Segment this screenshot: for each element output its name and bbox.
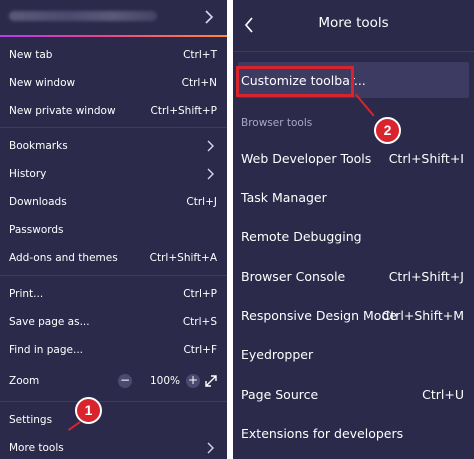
- menu-item-label: Page Source: [241, 387, 319, 402]
- menu-item-label: Find in page...: [9, 344, 83, 356]
- menu-item-shortcut: Ctrl+Shift+A: [149, 252, 217, 264]
- menu-item-shortcut: Ctrl+J: [186, 196, 217, 208]
- menu-item-browser-console[interactable]: Browser Console Ctrl+Shift+J: [233, 264, 474, 290]
- menu-item-label: Extensions for developers: [241, 426, 404, 441]
- menu-item-history[interactable]: History: [0, 163, 227, 185]
- zoom-level: 100%: [149, 375, 181, 387]
- menu-item-shortcut: Ctrl+P: [183, 288, 217, 300]
- chevron-right-icon: [207, 140, 214, 152]
- submenu-header: More tools: [233, 0, 474, 50]
- menu-item-shortcut: Ctrl+Shift+M: [381, 308, 464, 323]
- menu-item-shortcut: Ctrl+N: [181, 77, 217, 89]
- menu-item-shortcut: Ctrl+T: [183, 49, 217, 61]
- menu-divider: [233, 51, 474, 52]
- menu-item-zoom: Zoom − 100% +: [0, 370, 227, 392]
- menu-item-new-private-window[interactable]: New private window Ctrl+Shift+P: [0, 100, 227, 122]
- annotation-badge-step-2: 2: [374, 117, 401, 144]
- menu-item-bookmarks[interactable]: Bookmarks: [0, 135, 227, 157]
- menu-item-remote-debugging[interactable]: Remote Debugging: [233, 224, 474, 250]
- menu-item-shortcut: Ctrl+Shift+J: [388, 269, 464, 284]
- account-accent-line: [0, 35, 227, 37]
- menu-item-label: Save page as...: [9, 316, 90, 328]
- chevron-right-icon: [205, 10, 214, 24]
- menu-item-shortcut: Ctrl+Shift+I: [388, 151, 464, 166]
- menu-item-responsive-design-mode[interactable]: Responsive Design Mode Ctrl+Shift+M: [233, 303, 474, 329]
- zoom-out-button[interactable]: −: [118, 374, 132, 388]
- menu-item-extensions-for-developers[interactable]: Extensions for developers: [233, 421, 474, 447]
- menu-item-label: New tab: [9, 49, 53, 61]
- menu-item-label: New private window: [9, 105, 116, 117]
- menu-item-eyedropper[interactable]: Eyedropper: [233, 342, 474, 368]
- chevron-right-icon: [207, 442, 214, 454]
- menu-item-label: History: [9, 168, 47, 180]
- menu-item-add-ons-and-themes[interactable]: Add-ons and themes Ctrl+Shift+A: [0, 247, 227, 269]
- menu-item-shortcut: Ctrl+S: [182, 316, 217, 328]
- fullscreen-icon[interactable]: [204, 374, 218, 388]
- menu-item-page-source[interactable]: Page Source Ctrl+U: [233, 382, 474, 408]
- menu-item-label: New window: [9, 77, 76, 89]
- menu-item-label: Bookmarks: [9, 140, 68, 152]
- menu-item-task-manager[interactable]: Task Manager: [233, 185, 474, 211]
- annotation-highlight-box: [236, 66, 354, 97]
- menu-item-label: Downloads: [9, 196, 67, 208]
- menu-item-shortcut: Ctrl+U: [422, 387, 464, 402]
- section-label-browser-tools: Browser tools: [241, 117, 313, 129]
- menu-divider: [0, 401, 227, 402]
- menu-item-settings[interactable]: Settings: [0, 409, 227, 431]
- account-email-blurred: [9, 11, 157, 21]
- menu-item-label: More tools: [9, 442, 64, 454]
- app-menu-panel: New tab Ctrl+T New window Ctrl+N New pri…: [0, 0, 227, 459]
- menu-item-shortcut: Ctrl+F: [183, 344, 217, 356]
- menu-divider: [0, 275, 227, 276]
- menu-item-label: Settings: [9, 414, 53, 426]
- submenu-title: More tools: [318, 15, 389, 31]
- menu-item-label: Passwords: [9, 224, 64, 236]
- menu-item-find-in-page[interactable]: Find in page... Ctrl+F: [0, 339, 227, 361]
- menu-item-new-window[interactable]: New window Ctrl+N: [0, 72, 227, 94]
- menu-item-label: Web Developer Tools: [241, 151, 372, 166]
- menu-item-new-tab[interactable]: New tab Ctrl+T: [0, 44, 227, 66]
- menu-item-passwords[interactable]: Passwords: [0, 219, 227, 241]
- menu-item-shortcut: Ctrl+Shift+P: [150, 105, 217, 117]
- annotation-badge-step-1: 1: [75, 397, 102, 424]
- menu-item-print[interactable]: Print... Ctrl+P: [0, 283, 227, 305]
- menu-item-label: Responsive Design Mode: [241, 308, 398, 323]
- menu-item-more-tools[interactable]: More tools: [0, 437, 227, 459]
- menu-item-web-developer-tools[interactable]: Web Developer Tools Ctrl+Shift+I: [233, 146, 474, 172]
- menu-item-label: Task Manager: [241, 190, 327, 205]
- menu-item-label: Remote Debugging: [241, 229, 362, 244]
- menu-item-label: Eyedropper: [241, 347, 314, 362]
- menu-item-save-page-as[interactable]: Save page as... Ctrl+S: [0, 311, 227, 333]
- chevron-right-icon: [207, 168, 214, 180]
- menu-item-label: Zoom: [9, 375, 40, 387]
- menu-item-downloads[interactable]: Downloads Ctrl+J: [0, 191, 227, 213]
- menu-item-label: Print...: [9, 288, 44, 300]
- menu-divider: [0, 127, 227, 128]
- menu-item-label: Add-ons and themes: [9, 252, 118, 264]
- menu-item-label: Browser Console: [241, 269, 346, 284]
- account-row[interactable]: [0, 0, 227, 36]
- zoom-control: − 100% +: [118, 374, 218, 388]
- zoom-in-button[interactable]: +: [186, 374, 200, 388]
